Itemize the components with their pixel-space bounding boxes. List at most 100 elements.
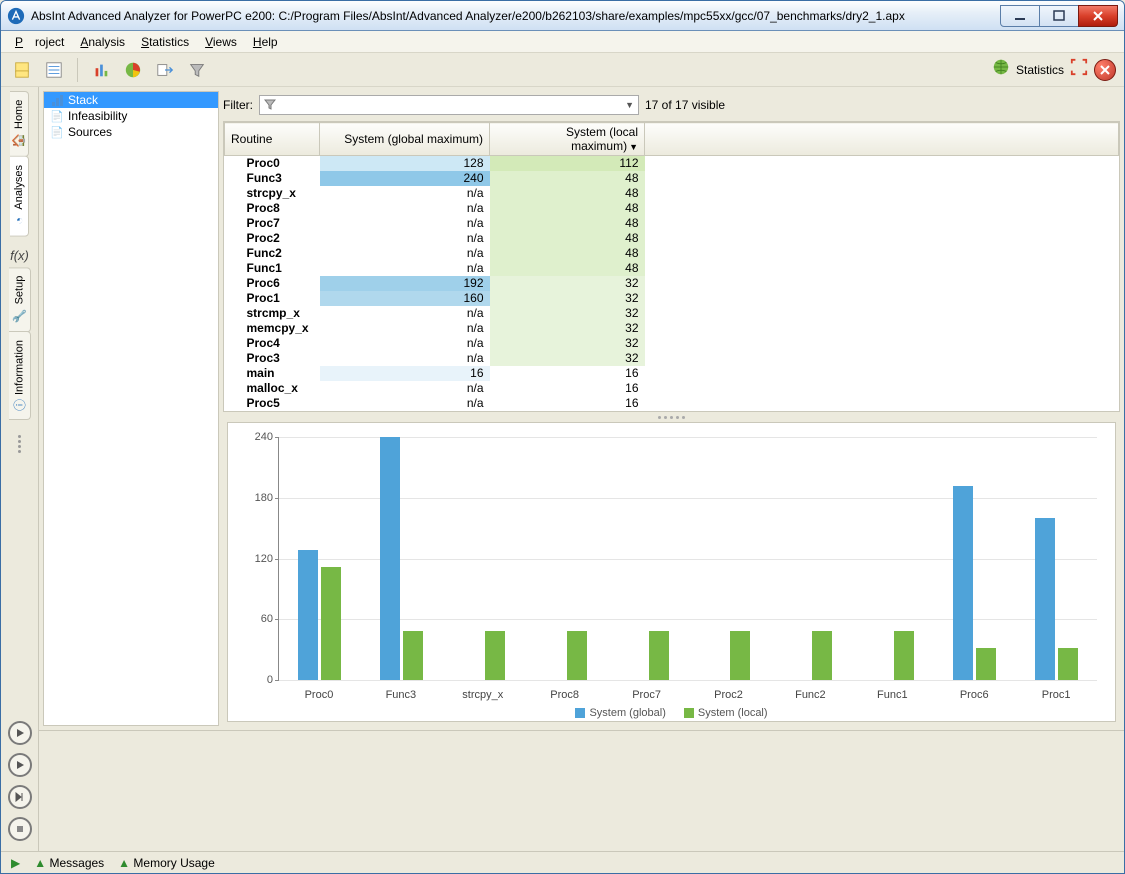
header-global[interactable]: System (global maximum): [320, 123, 490, 156]
cell-local: 32: [490, 351, 645, 366]
cell-routine: Func1: [225, 261, 320, 276]
table-row[interactable]: Proc3n/a32: [225, 351, 1119, 366]
table-row[interactable]: memcpy_xn/a32: [225, 321, 1119, 336]
x-label: Proc2: [688, 689, 770, 701]
x-axis-labels: Proc0Func3strcpy_xProc8Proc7Proc2Func2Fu…: [278, 689, 1097, 701]
cell-local: 32: [490, 276, 645, 291]
cell-routine: Proc8: [225, 201, 320, 216]
cell-local: 32: [490, 336, 645, 351]
tree-label: Sources: [68, 125, 112, 139]
close-button[interactable]: [1078, 5, 1118, 27]
x-label: Proc1: [1015, 689, 1097, 701]
tree-item-sources[interactable]: 📄 Sources: [44, 124, 218, 140]
tool-barchart-icon[interactable]: [88, 57, 114, 83]
run-all-button[interactable]: [8, 753, 32, 777]
table-row[interactable]: Proc7n/a48: [225, 216, 1119, 231]
cell-global: n/a: [320, 381, 490, 396]
table-row[interactable]: strcmp_xn/a32: [225, 306, 1119, 321]
table-row[interactable]: Func2n/a48: [225, 246, 1119, 261]
x-label: Proc8: [524, 689, 606, 701]
stop-button[interactable]: [8, 817, 32, 841]
rail-tab-setup[interactable]: 🔧Setup: [9, 267, 31, 332]
info-icon: ⓘ: [13, 397, 25, 414]
table-row[interactable]: Proc5n/a16: [225, 396, 1119, 411]
play-icon[interactable]: ▶: [11, 856, 20, 870]
bar-local: [485, 631, 505, 680]
tree-item-stack[interactable]: Stack: [44, 92, 218, 108]
table-row[interactable]: Proc8n/a48: [225, 201, 1119, 216]
tree-label: Stack: [68, 93, 98, 107]
table-row[interactable]: main1616: [225, 366, 1119, 381]
rail-tab-information[interactable]: ⓘInformation: [9, 331, 31, 420]
x-label: Proc0: [278, 689, 360, 701]
bar-global: [1035, 518, 1055, 680]
bar-global: [953, 486, 973, 680]
maximize-button[interactable]: [1039, 5, 1079, 27]
splitter[interactable]: [223, 412, 1120, 422]
filter-dropdown[interactable]: ▼: [259, 95, 639, 115]
status-memory[interactable]: ▲ Memory Usage: [118, 856, 215, 870]
table-row[interactable]: malloc_xn/a16: [225, 381, 1119, 396]
tool-piechart-icon[interactable]: [120, 57, 146, 83]
tool-notes-icon[interactable]: [9, 57, 35, 83]
analyses-icon: ◔: [12, 214, 26, 228]
close-panel-button[interactable]: [1094, 59, 1116, 81]
tool-funnel-icon[interactable]: [184, 57, 210, 83]
header-routine[interactable]: Routine: [225, 123, 320, 156]
menu-help[interactable]: Help: [247, 33, 284, 51]
table-row[interactable]: Proc619232: [225, 276, 1119, 291]
bar-group: [688, 437, 770, 680]
run-button[interactable]: [8, 721, 32, 745]
cell-global: 128: [320, 156, 490, 172]
bar-group: [524, 437, 606, 680]
cell-routine: Proc2: [225, 231, 320, 246]
tree-pane: Stack 📄 Infeasibility 📄 Sources: [43, 91, 219, 726]
table-row[interactable]: Func1n/a48: [225, 261, 1119, 276]
titlebar: AbsInt Advanced Analyzer for PowerPC e20…: [1, 1, 1124, 31]
table-pane[interactable]: Routine System (global maximum) System (…: [223, 121, 1120, 412]
cell-local: 48: [490, 186, 645, 201]
cell-global: n/a: [320, 231, 490, 246]
rail-tab-analyses[interactable]: ◔Analyses: [10, 156, 29, 237]
table-row[interactable]: Proc4n/a32: [225, 336, 1119, 351]
minimize-button[interactable]: [1000, 5, 1040, 27]
tree-item-infeasibility[interactable]: 📄 Infeasibility: [44, 108, 218, 124]
legend-global: System (global): [575, 707, 665, 719]
tree-label: Infeasibility: [68, 109, 127, 123]
menu-project[interactable]: Project: [9, 33, 70, 51]
header-local[interactable]: System (local maximum)▼: [490, 123, 645, 156]
cell-routine: Func2: [225, 246, 320, 261]
rail-tab-home[interactable]: 🏠Home: [10, 91, 29, 157]
home-icon: 🏠: [12, 134, 27, 148]
fullscreen-icon[interactable]: [1070, 58, 1088, 81]
bar-local: [812, 631, 832, 680]
tool-export-icon[interactable]: [152, 57, 178, 83]
bar-local: [730, 631, 750, 680]
bar-local: [1058, 648, 1078, 680]
cell-global: n/a: [320, 261, 490, 276]
cell-local: 16: [490, 381, 645, 396]
stack-icon: [50, 93, 64, 107]
table-row[interactable]: Proc2n/a48: [225, 231, 1119, 246]
app-icon: [7, 7, 25, 25]
table-row[interactable]: strcpy_xn/a48: [225, 186, 1119, 201]
cell-local: 48: [490, 246, 645, 261]
cell-global: 192: [320, 276, 490, 291]
filter-label: Filter:: [223, 98, 253, 112]
status-messages[interactable]: ▲ Messages: [34, 856, 104, 870]
cell-routine: Proc7: [225, 216, 320, 231]
tool-list-icon[interactable]: [41, 57, 67, 83]
table-row[interactable]: Proc116032: [225, 291, 1119, 306]
cell-global: n/a: [320, 336, 490, 351]
table-row[interactable]: Func324048: [225, 171, 1119, 186]
cell-routine: main: [225, 366, 320, 381]
step-button[interactable]: [8, 785, 32, 809]
menu-analysis[interactable]: Analysis: [74, 33, 131, 51]
menu-statistics[interactable]: Statistics: [135, 33, 195, 51]
table-row[interactable]: Proc0128112: [225, 156, 1119, 172]
cell-local: 48: [490, 261, 645, 276]
cell-global: n/a: [320, 201, 490, 216]
x-label: strcpy_x: [442, 689, 524, 701]
menu-views[interactable]: Views: [199, 33, 243, 51]
toolbar: Statistics: [1, 53, 1124, 87]
